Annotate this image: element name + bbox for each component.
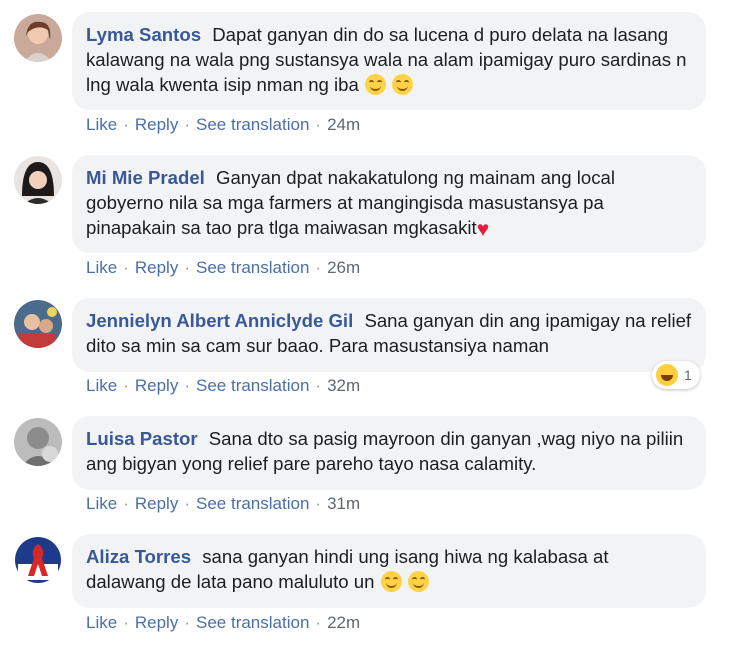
- avatar[interactable]: [14, 14, 62, 62]
- timestamp[interactable]: 24m: [327, 115, 360, 134]
- separator: ·: [184, 494, 190, 513]
- separator: ·: [184, 115, 190, 134]
- reaction-count: 1: [684, 367, 692, 383]
- avatar[interactable]: [14, 156, 62, 204]
- grinning-emoji-icon: [365, 74, 387, 95]
- like-link[interactable]: Like: [86, 494, 117, 513]
- see-translation-link[interactable]: See translation: [196, 376, 309, 395]
- separator: ·: [315, 115, 322, 134]
- timestamp[interactable]: 32m: [327, 376, 360, 395]
- comment-bubble: Lyma Santos Dapat ganyan din do sa lucen…: [72, 12, 706, 110]
- separator: ·: [315, 258, 322, 277]
- avatar[interactable]: [14, 536, 62, 584]
- comment-bubble: Jennielyn Albert Anniclyde Gil Sana gany…: [72, 298, 706, 372]
- timestamp[interactable]: 22m: [327, 613, 360, 632]
- separator: ·: [123, 115, 129, 134]
- separator: ·: [184, 376, 190, 395]
- separator: ·: [123, 613, 129, 632]
- separator: ·: [315, 376, 322, 395]
- smiling-emoji-icon: [380, 571, 402, 592]
- separator: ·: [184, 613, 190, 632]
- avatar[interactable]: [14, 418, 62, 466]
- comment-bubble: Mi Mie Pradel Ganyan dpat nakakatulong n…: [72, 155, 706, 253]
- avatar[interactable]: [14, 300, 62, 348]
- reply-link[interactable]: Reply: [135, 613, 178, 632]
- reaction-badge[interactable]: 1: [652, 361, 700, 389]
- timestamp[interactable]: 26m: [327, 258, 360, 277]
- like-link[interactable]: Like: [86, 115, 117, 134]
- separator: ·: [315, 494, 322, 513]
- reply-link[interactable]: Reply: [135, 115, 178, 134]
- timestamp[interactable]: 31m: [327, 494, 360, 513]
- haha-icon: [656, 364, 678, 386]
- reply-link[interactable]: Reply: [135, 494, 178, 513]
- separator: ·: [123, 494, 129, 513]
- comment-author[interactable]: Luisa Pastor: [86, 428, 198, 449]
- comment-author[interactable]: Lyma Santos: [86, 24, 201, 45]
- comment-bubble: Aliza Torres sana ganyan hindi ung isang…: [72, 534, 706, 608]
- separator: ·: [315, 613, 322, 632]
- see-translation-link[interactable]: See translation: [196, 494, 309, 513]
- comment-author[interactable]: Aliza Torres: [86, 546, 191, 567]
- see-translation-link[interactable]: See translation: [196, 258, 309, 277]
- like-link[interactable]: Like: [86, 613, 117, 632]
- reply-link[interactable]: Reply: [135, 258, 178, 277]
- comment-author[interactable]: Jennielyn Albert Anniclyde Gil: [86, 310, 353, 331]
- reply-link[interactable]: Reply: [135, 376, 178, 395]
- see-translation-link[interactable]: See translation: [196, 613, 309, 632]
- grinning-emoji-icon: [392, 74, 414, 95]
- separator: ·: [184, 258, 190, 277]
- comment-actions: Like · Reply · See translation · 32m: [86, 376, 360, 396]
- comment-bubble: Luisa Pastor Sana dto sa pasig mayroon d…: [72, 416, 706, 490]
- like-link[interactable]: Like: [86, 376, 117, 395]
- comment-actions: Like · Reply · See translation · 31m: [86, 494, 360, 514]
- see-translation-link[interactable]: See translation: [196, 115, 309, 134]
- smiling-emoji-icon: [407, 571, 429, 592]
- comment-actions: Like · Reply · See translation · 24m: [86, 115, 360, 135]
- separator: ·: [123, 258, 129, 277]
- separator: ·: [123, 376, 129, 395]
- comment-actions: Like · Reply · See translation · 26m: [86, 258, 360, 278]
- comment-actions: Like · Reply · See translation · 22m: [86, 613, 360, 633]
- like-link[interactable]: Like: [86, 258, 117, 277]
- heart-emoji-icon: ♥: [476, 218, 490, 241]
- comment-author[interactable]: Mi Mie Pradel: [86, 167, 205, 188]
